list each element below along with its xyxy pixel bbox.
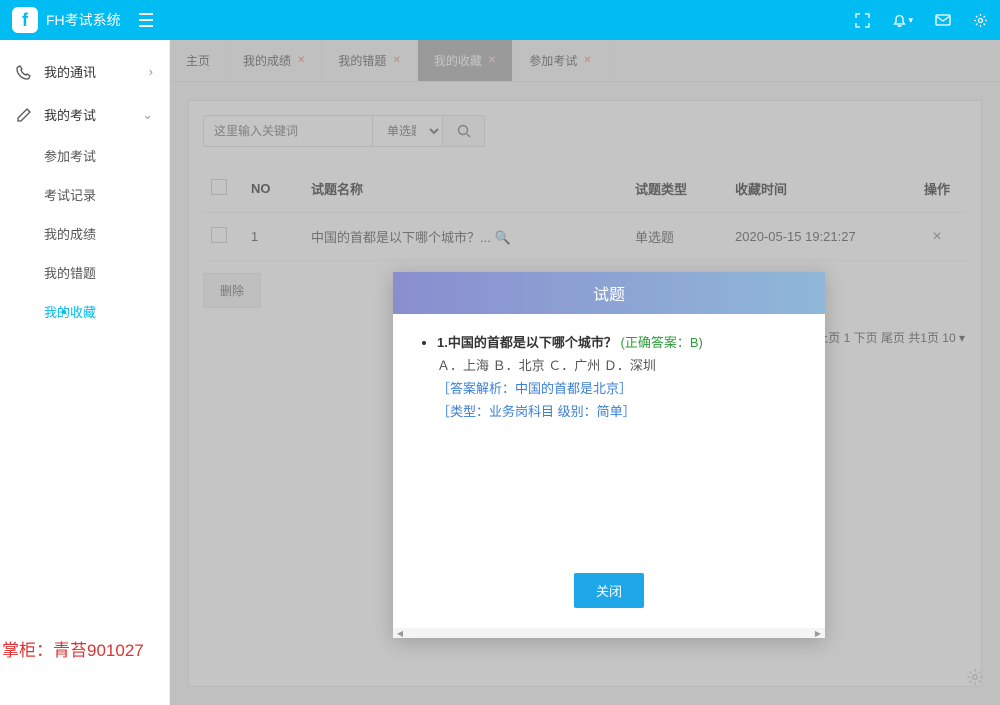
sidebar-sub-scores[interactable]: 我的成绩 xyxy=(44,214,169,253)
sidebar-sub-favorites[interactable]: 我的收藏 xyxy=(44,292,169,331)
question-options: Ａ．上海 Ｂ．北京 Ｃ．广州 Ｄ．深圳 xyxy=(437,355,799,374)
correct-answer: (正确答案：B) xyxy=(620,335,702,350)
active-dot-icon xyxy=(62,310,66,314)
menu-toggle-icon[interactable] xyxy=(135,9,157,31)
sidebar: 我的通讯 › 我的考试 ⌄ 参加考试 考试记录 我的成绩 我的错题 我的收藏 xyxy=(0,40,170,705)
sidebar-submenu: 参加考试 考试记录 我的成绩 我的错题 我的收藏 xyxy=(0,136,169,331)
modal-body: 1.中国的首都是以下哪个城市？ (正确答案：B) Ａ．上海 Ｂ．北京 Ｃ．广州 … xyxy=(393,314,825,559)
sidebar-sub-wrong[interactable]: 我的错题 xyxy=(44,253,169,292)
sidebar-item-label: 我的考试 xyxy=(44,105,96,124)
sidebar-item-exam[interactable]: 我的考试 ⌄ xyxy=(0,93,169,136)
scroll-left-icon[interactable]: ◀ xyxy=(395,628,405,638)
app-title: FH考试系统 xyxy=(46,10,121,30)
chevron-right-icon: › xyxy=(149,64,153,79)
watermark-text: 掌柜：青苔901027 xyxy=(2,636,144,661)
settings-gear-icon[interactable] xyxy=(966,668,984,689)
sidebar-item-label: 我的通讯 xyxy=(44,62,96,81)
bell-icon[interactable]: ▾ xyxy=(892,13,913,28)
fullscreen-icon[interactable] xyxy=(855,13,870,28)
chevron-down-icon: ⌄ xyxy=(142,107,153,123)
modal-scrollbar[interactable]: ◀ ▶ xyxy=(393,628,825,638)
gear-icon[interactable] xyxy=(973,13,988,28)
app-logo: f xyxy=(12,7,38,33)
close-button[interactable]: 关闭 xyxy=(574,573,644,608)
sidebar-sub-records[interactable]: 考试记录 xyxy=(44,175,169,214)
modal-title: 试题 xyxy=(393,272,825,314)
scroll-right-icon[interactable]: ▶ xyxy=(813,628,823,638)
sidebar-item-contacts[interactable]: 我的通讯 › xyxy=(0,50,169,93)
question-number: 1. xyxy=(437,335,448,350)
mail-icon[interactable] xyxy=(935,14,951,26)
question-modal: 试题 1.中国的首都是以下哪个城市？ (正确答案：B) Ａ．上海 Ｂ．北京 Ｃ．… xyxy=(393,272,825,638)
question-text: 中国的首都是以下哪个城市？ xyxy=(448,335,617,350)
top-bar: f FH考试系统 ▾ xyxy=(0,0,1000,40)
sidebar-sub-takeexam[interactable]: 参加考试 xyxy=(44,136,169,175)
modal-footer: 关闭 xyxy=(393,559,825,628)
phone-icon xyxy=(16,64,34,80)
question-meta: ［类型：业务岗科目 级别：简单］ xyxy=(437,401,799,420)
pencil-icon xyxy=(16,107,34,123)
answer-analysis: ［答案解析：中国的首都是北京］ xyxy=(437,378,799,397)
